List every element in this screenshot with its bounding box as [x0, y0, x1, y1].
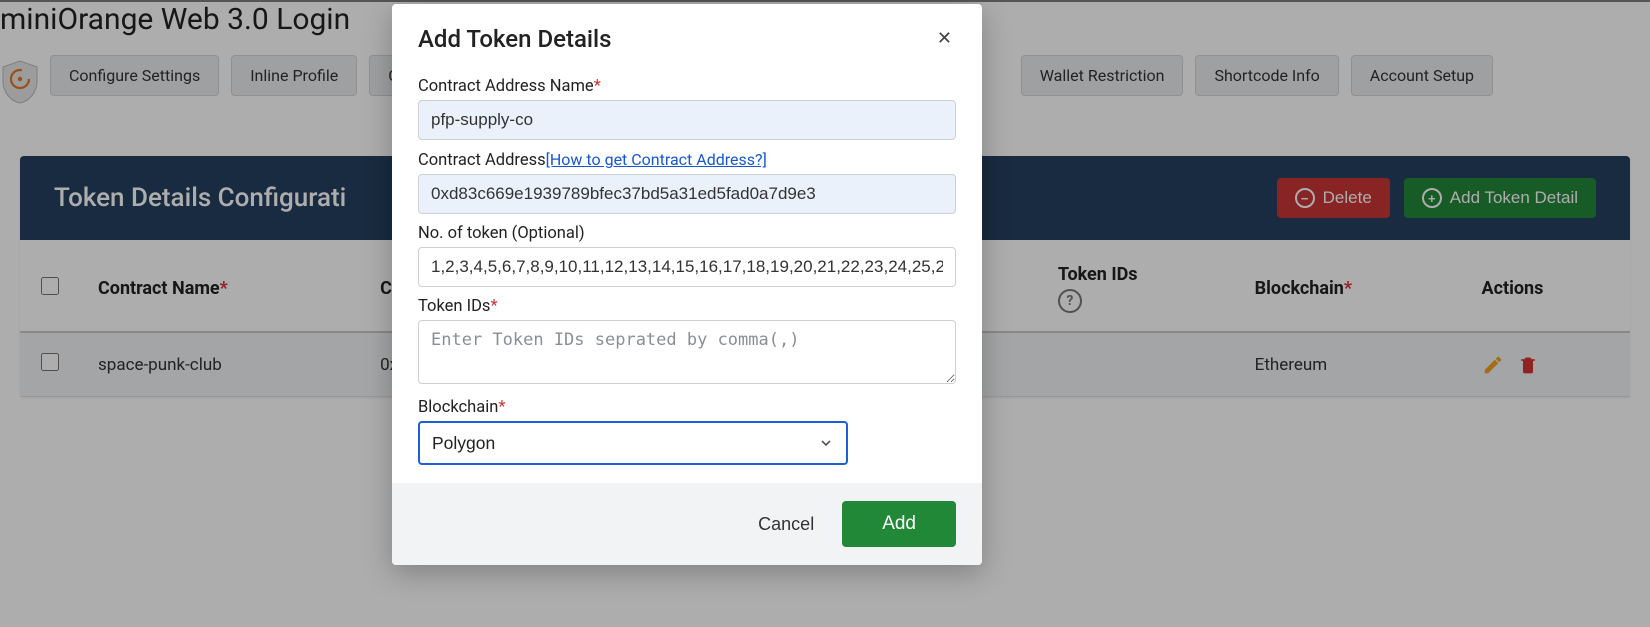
add-button[interactable]: Add: [842, 501, 956, 547]
modal-title: Add Token Details: [418, 25, 611, 53]
add-token-modal: Add Token Details ✕ Contract Address Nam…: [392, 4, 982, 565]
label-contract-address: Contract Address[How to get Contract Add…: [418, 150, 956, 170]
label-num-token: No. of token (Optional): [418, 224, 956, 243]
contract-address-help-link[interactable]: [How to get Contract Address?]: [546, 150, 767, 169]
token-ids-textarea[interactable]: [418, 320, 956, 384]
contract-name-input[interactable]: [418, 100, 956, 140]
cancel-button[interactable]: Cancel: [758, 514, 814, 535]
label-token-ids: Token IDs*: [418, 297, 956, 316]
contract-address-input[interactable]: [418, 174, 956, 214]
close-icon[interactable]: ✕: [933, 24, 956, 53]
blockchain-select[interactable]: Polygon: [418, 421, 848, 465]
num-token-input[interactable]: [418, 247, 956, 287]
label-contract-name: Contract Address Name*: [418, 77, 956, 96]
label-blockchain: Blockchain*: [418, 398, 956, 417]
